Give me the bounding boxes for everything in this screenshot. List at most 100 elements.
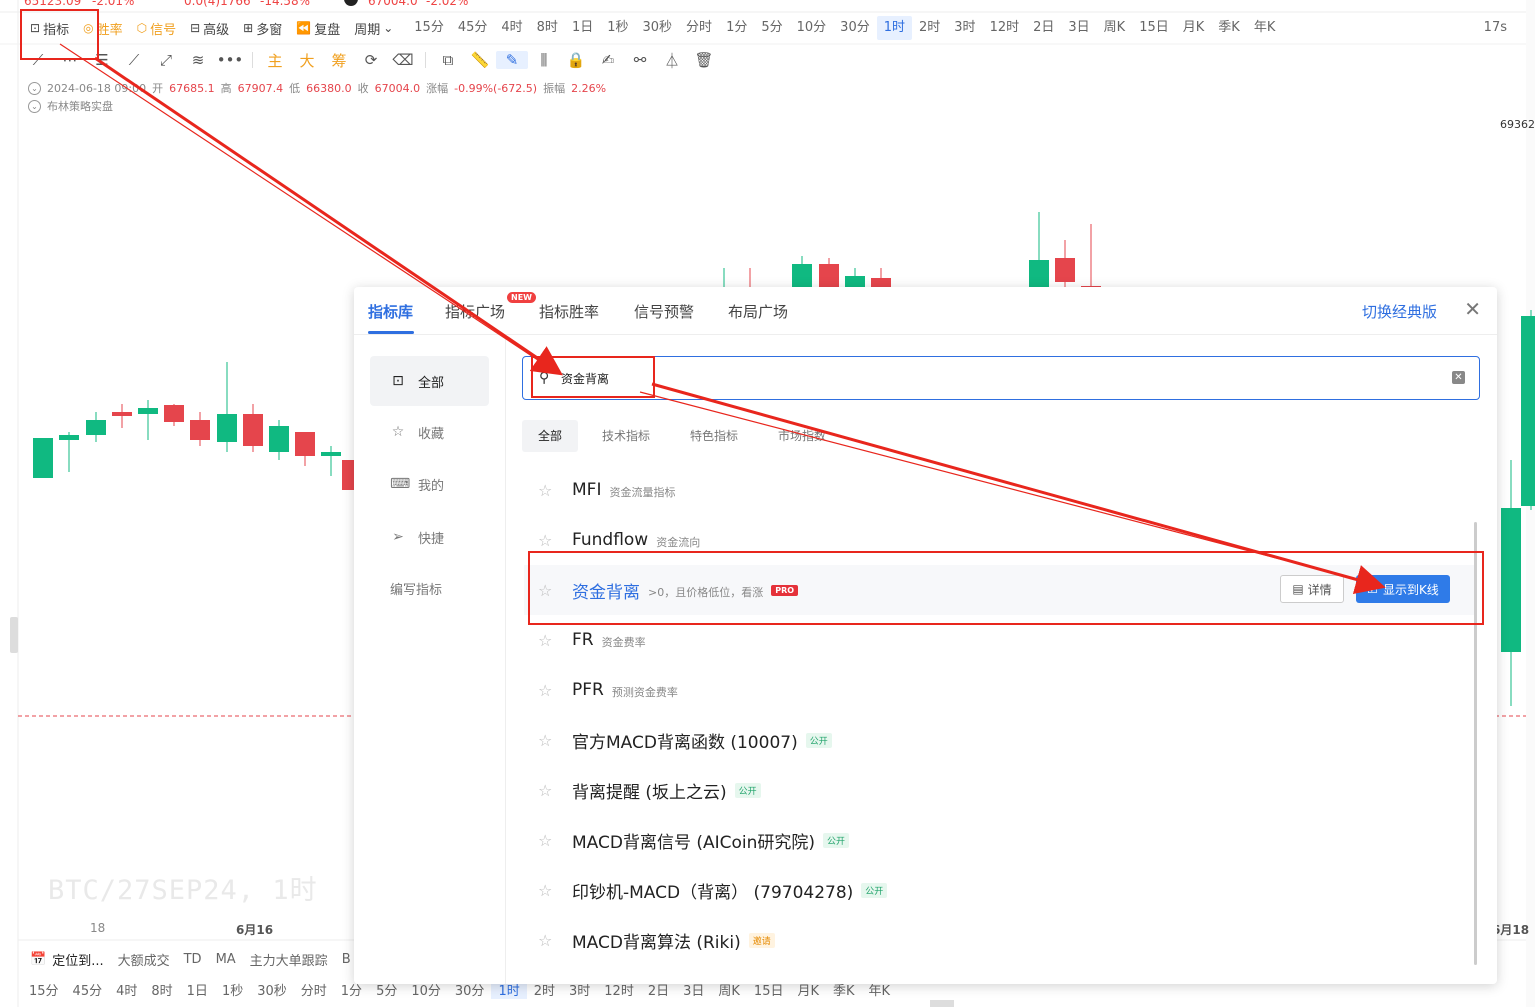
trash-icon[interactable]: 🗑 — [688, 51, 720, 69]
indicator-row[interactable]: ☆ MACD背离信号 (AICoin研究院) 公开 — [524, 815, 1474, 865]
period-option[interactable]: 1分 — [719, 16, 754, 40]
lock-icon[interactable]: 🔒 — [560, 51, 592, 69]
edit-list-icon[interactable]: ✍ — [592, 51, 624, 69]
switch-classic-link[interactable]: 切换经典版 — [1362, 301, 1437, 322]
period-option[interactable]: 月K — [1176, 16, 1212, 40]
close-icon[interactable]: ✕ — [1464, 297, 1481, 321]
chips-toggle[interactable]: 筹 — [323, 50, 355, 71]
period-option[interactable]: 3日 — [1061, 16, 1096, 40]
tab-indicator-winrate[interactable]: 指标胜率 — [539, 301, 599, 322]
period-option[interactable]: 5分 — [754, 16, 789, 40]
period-option[interactable]: 2日 — [1026, 16, 1061, 40]
indicator-row[interactable]: ☆ 印钞机-MACD（背离） (79704278) 公开 — [524, 865, 1474, 915]
favorite-star-icon[interactable]: ☆ — [538, 631, 556, 650]
favorite-star-icon[interactable]: ☆ — [538, 481, 556, 500]
period-option[interactable]: 季K — [1211, 16, 1247, 40]
favorite-star-icon[interactable]: ☆ — [538, 781, 556, 800]
tab-signal-alert[interactable]: 信号预警 — [634, 301, 694, 322]
main-chart-toggle[interactable]: 主 — [259, 50, 291, 71]
category-featured[interactable]: 特色指标 — [674, 420, 754, 452]
bottom-item[interactable]: B — [342, 952, 351, 967]
signal-button[interactable]: ⬡ 信号 — [137, 19, 177, 38]
eraser-icon[interactable]: ⌫ — [387, 51, 419, 69]
clear-search-icon[interactable]: ✕ — [1452, 371, 1465, 384]
bottom-period-option[interactable]: 30秒 — [250, 980, 294, 999]
sidebar-item-all[interactable]: ⊡ 全部 — [370, 356, 489, 406]
high-label: 高 — [220, 82, 232, 95]
sync-icon[interactable]: ⟳ — [355, 51, 387, 69]
locate-button[interactable]: 📅 定位到... — [30, 950, 104, 969]
bottom-item[interactable]: 大额成交 — [118, 950, 170, 969]
indicator-row[interactable]: ☆ 背离提醒 (坂上之云) 公开 — [524, 765, 1474, 815]
filter-icon[interactable]: ⏃ — [656, 50, 688, 71]
bottom-item[interactable]: MA — [216, 952, 236, 967]
favorite-star-icon[interactable]: ☆ — [538, 881, 556, 900]
bottom-period-option[interactable]: 分时 — [294, 980, 334, 999]
period-option[interactable]: 12时 — [983, 16, 1027, 40]
bottom-item[interactable]: 主力大单跟踪 — [250, 950, 328, 969]
bottom-period-option[interactable]: 1日 — [180, 980, 215, 999]
favorite-star-icon[interactable]: ☆ — [538, 831, 556, 850]
collapse-icon[interactable]: ⌄ — [28, 99, 41, 113]
period-option[interactable]: 周K — [1097, 16, 1133, 40]
multiwin-button[interactable]: ⊞ 多窗 — [243, 19, 282, 38]
favorite-star-icon[interactable]: ☆ — [538, 531, 556, 550]
period-option[interactable]: 8时 — [530, 16, 565, 40]
period-option[interactable]: 30分 — [833, 16, 877, 40]
bars-icon[interactable]: ⫼ — [528, 51, 560, 69]
ruler-icon[interactable]: 📏 — [464, 51, 496, 69]
period-option[interactable]: 4时 — [494, 16, 529, 40]
bottom-item[interactable]: TD — [184, 952, 202, 967]
copy-icon[interactable]: ⧉ — [432, 51, 464, 69]
period-option[interactable]: 15日 — [1132, 16, 1176, 40]
favorite-star-icon[interactable]: ☆ — [538, 731, 556, 750]
period-option[interactable]: 2时 — [912, 16, 947, 40]
bottom-period-option[interactable]: 1秒 — [215, 980, 250, 999]
indicator-row[interactable]: ☆ MFI 资金流量指标 — [524, 465, 1474, 515]
sidebar-item-mine[interactable]: ⌨ 我的 — [370, 459, 489, 509]
indicator-row[interactable]: ☆ 官方MACD背离函数 (10007) 公开 — [524, 715, 1474, 765]
tab-indicator-library[interactable]: 指标库 — [368, 301, 413, 322]
period-option[interactable]: 1时 — [876, 16, 912, 40]
category-technical[interactable]: 技术指标 — [586, 420, 666, 452]
category-all[interactable]: 全部 — [522, 420, 579, 452]
sidebar-item-write[interactable]: 编写指标 — [370, 563, 489, 613]
more-tools-icon[interactable]: ••• — [214, 51, 246, 69]
tab-indicator-square[interactable]: 指标广场 — [445, 301, 505, 322]
period-menu[interactable]: 周期 ⌄ — [354, 19, 393, 38]
favorite-star-icon[interactable]: ☆ — [538, 931, 556, 950]
period-option[interactable]: 15分 — [407, 16, 451, 40]
arrow-tool-icon[interactable]: ⤢ — [150, 51, 182, 69]
period-option[interactable]: 10分 — [790, 16, 834, 40]
period-option[interactable]: 年K — [1247, 16, 1283, 40]
bottom-period-option[interactable]: 45分 — [66, 980, 110, 999]
collapse-icon[interactable]: ⌄ — [28, 81, 41, 95]
tab-layout-square[interactable]: 布局广场 — [728, 301, 788, 322]
indicator-search[interactable]: ⚲ ✕ — [522, 356, 1480, 400]
indicator-row[interactable]: ☆ PFR 预测资金费率 — [524, 665, 1474, 715]
period-option[interactable]: 分时 — [679, 16, 719, 40]
channel-tool-icon[interactable]: ≋ — [182, 51, 214, 69]
sidebar-item-quick[interactable]: ➢ 快捷 — [370, 512, 489, 562]
magnet-icon[interactable]: ✎ — [496, 51, 528, 69]
open-label: 开 — [152, 82, 164, 95]
bottom-period-option[interactable]: 4时 — [109, 980, 144, 999]
period-option[interactable]: 30秒 — [636, 16, 680, 40]
link-icon[interactable]: ⚯ — [624, 51, 656, 69]
sidebar-item-favorites[interactable]: ☆ 收藏 — [370, 407, 489, 457]
period-option[interactable]: 45分 — [451, 16, 495, 40]
category-market-index[interactable]: 市场指数 — [762, 420, 842, 452]
indicator-row[interactable]: ☆ MACD背离算法 (Riki) 邀请 — [524, 915, 1474, 965]
period-option[interactable]: 3时 — [947, 16, 982, 40]
bottom-period-option[interactable]: 8时 — [144, 980, 179, 999]
search-input[interactable] — [561, 367, 1361, 389]
advanced-button[interactable]: ⊟ 高级 — [190, 19, 229, 38]
period-option[interactable]: 1秒 — [600, 16, 635, 40]
bottom-period-option[interactable]: 15分 — [22, 980, 66, 999]
favorite-star-icon[interactable]: ☆ — [538, 681, 556, 700]
replay-button[interactable]: ⏪ 复盘 — [296, 19, 340, 38]
indicator-name: Fundflow — [572, 530, 649, 550]
big-order-toggle[interactable]: 大 — [291, 50, 323, 71]
ray-tool-icon[interactable]: ⟋ — [118, 51, 150, 69]
period-option[interactable]: 1日 — [565, 16, 600, 40]
